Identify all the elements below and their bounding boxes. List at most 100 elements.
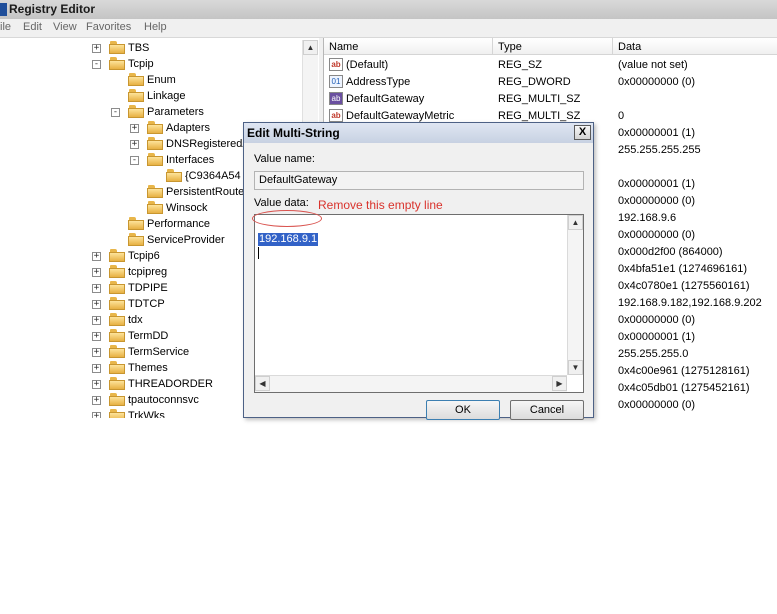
value-data-cell: 192.168.9.6 — [618, 212, 677, 224]
expand-icon[interactable]: + — [92, 268, 101, 277]
tree-item-label: Performance — [147, 218, 210, 230]
tree-item-label: Winsock — [166, 202, 208, 214]
tree-item-label: PersistentRoute — [166, 186, 245, 198]
tree-item-label: tdx — [128, 314, 143, 326]
menu-file[interactable]: ile — [0, 21, 11, 33]
annotation-text: Remove this empty line — [318, 198, 443, 212]
folder-open-icon — [109, 57, 125, 70]
menu-help[interactable]: Help — [144, 21, 167, 33]
value-name-cell: AddressType — [346, 76, 411, 88]
expand-icon[interactable]: + — [92, 284, 101, 293]
scroll-up-icon[interactable]: ▲ — [568, 215, 583, 230]
value-type-cell: REG_DWORD — [498, 76, 571, 88]
tree-item-label: Linkage — [147, 90, 186, 102]
menu-view[interactable]: View — [53, 21, 77, 33]
column-header-type[interactable]: Type — [493, 38, 613, 55]
expand-icon[interactable]: + — [92, 348, 101, 357]
value-data-cell: 0x4bfa51e1 (1274696161) — [618, 263, 748, 275]
value-name-label: Value name: — [254, 153, 315, 165]
text-caret — [258, 247, 259, 259]
expand-icon[interactable]: + — [92, 396, 101, 405]
value-data-cell: 0x00000000 (0) — [618, 399, 696, 411]
column-header-data[interactable]: Data — [613, 38, 777, 55]
folder-icon — [109, 361, 125, 374]
tree-item-label: Interfaces — [166, 154, 215, 166]
tree-item-label: DNSRegisteredA — [166, 138, 250, 150]
value-data-textarea[interactable]: 192.168.9.1 ▲ ▼ ◀ ▶ — [254, 214, 584, 393]
value-data-cell: 0x00000001 (1) — [618, 331, 696, 343]
cancel-button[interactable]: Cancel — [510, 400, 584, 420]
scroll-right-icon[interactable]: ▶ — [552, 376, 567, 391]
value-data-cell: 0x4c00e961 (1275128161) — [618, 365, 750, 377]
tree-item-label: {C9364A54 — [185, 170, 241, 182]
collapse-icon[interactable]: - — [130, 156, 139, 165]
value-data-cell: 192.168.9.182,192.168.9.202 — [618, 297, 762, 309]
folder-open-icon — [147, 153, 163, 166]
folder-icon — [109, 377, 125, 390]
selected-text[interactable]: 192.168.9.1 — [258, 233, 319, 246]
value-data-cell: 0x00000000 (0) — [618, 76, 696, 88]
value-name-cell: DefaultGateway — [346, 93, 425, 105]
menu-edit[interactable]: Edit — [23, 21, 42, 33]
tree-item-label: TDPIPE — [128, 282, 168, 294]
folder-icon — [166, 169, 182, 182]
tree-item-label: tpautoconnsvc — [128, 394, 199, 406]
folder-icon — [128, 233, 144, 246]
multistring-value-icon: ab — [329, 92, 343, 105]
expand-icon[interactable]: + — [92, 412, 101, 418]
folder-icon — [109, 393, 125, 406]
tree-item-label: ServiceProvider — [147, 234, 225, 246]
tree-item-label: THREADORDER — [128, 378, 213, 390]
tree-item-label: TBS — [128, 42, 150, 54]
expand-icon[interactable]: + — [92, 332, 101, 341]
value-data-cell: 0x00000001 (1) — [618, 178, 696, 190]
expand-icon[interactable]: + — [92, 316, 101, 325]
tree-item-label: Tcpip6 — [128, 250, 160, 262]
value-name-cell: (Default) — [346, 59, 389, 71]
value-data-cell: (value not set) — [618, 59, 688, 71]
list-row[interactable]: 01 AddressType REG_DWORD 0x00000000 (0) — [324, 74, 777, 91]
collapse-icon[interactable]: - — [92, 60, 101, 69]
close-icon[interactable]: X — [574, 125, 591, 140]
regedit-app-icon — [0, 3, 7, 16]
expand-icon[interactable]: + — [130, 124, 139, 133]
expand-icon[interactable]: + — [92, 300, 101, 309]
value-data-cell: 0x000d2f00 (864000) — [618, 246, 723, 258]
folder-open-icon — [128, 105, 144, 118]
annotation-ellipse — [252, 210, 322, 227]
expand-icon[interactable]: + — [92, 364, 101, 373]
scroll-left-icon[interactable]: ◀ — [255, 376, 270, 391]
ok-button[interactable]: OK — [426, 400, 500, 420]
value-name-field: DefaultGateway — [254, 171, 584, 190]
textarea-vertical-scrollbar[interactable]: ▲ ▼ — [567, 215, 583, 375]
folder-icon — [109, 409, 125, 418]
folder-icon — [109, 265, 125, 278]
expand-icon[interactable]: + — [130, 140, 139, 149]
menu-bar: ile Edit View Favorites Help — [0, 19, 777, 38]
value-data-cell: 0 — [618, 110, 625, 122]
tree-item-label: TrkWks — [128, 410, 165, 418]
list-row[interactable]: ab (Default) REG_SZ (value not set) — [324, 57, 777, 74]
scroll-down-icon[interactable]: ▼ — [568, 360, 583, 375]
tree-item-label: Adapters — [166, 122, 211, 134]
expand-icon[interactable]: + — [92, 252, 101, 261]
title-bar: Registry Editor — [0, 0, 777, 20]
dialog-title: Edit Multi-String — [247, 126, 340, 140]
expand-icon[interactable]: + — [92, 380, 101, 389]
tree-item-label: Enum — [147, 74, 176, 86]
value-type-cell: REG_SZ — [498, 59, 543, 71]
value-type-cell: REG_MULTI_SZ — [498, 110, 581, 122]
folder-icon — [109, 313, 125, 326]
scroll-up-icon[interactable]: ▲ — [303, 40, 318, 55]
list-row[interactable]: ab DefaultGateway REG_MULTI_SZ — [324, 91, 777, 108]
value-data-cell: 255.255.255.255 — [618, 144, 701, 156]
expand-icon[interactable]: + — [92, 44, 101, 53]
folder-icon — [128, 217, 144, 230]
value-data-cell: 0x00000000 (0) — [618, 314, 696, 326]
tree-item-label: tcpipreg — [128, 266, 168, 278]
menu-favorites[interactable]: Favorites — [86, 21, 131, 33]
textarea-horizontal-scrollbar[interactable]: ◀ ▶ — [255, 375, 567, 392]
column-header-name[interactable]: Name — [324, 38, 493, 55]
tree-item-label: TermService — [128, 346, 190, 358]
collapse-icon[interactable]: - — [111, 108, 120, 117]
